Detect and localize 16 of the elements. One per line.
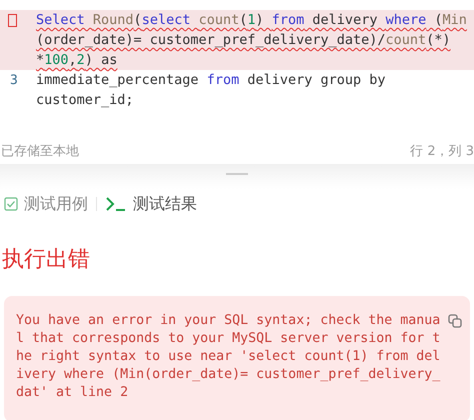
- code-line: *100,2) as: [36, 51, 118, 69]
- line-number: 3: [9, 72, 18, 88]
- tab[interactable]: 测试用例: [2, 192, 90, 216]
- checkbox-icon: [4, 197, 18, 211]
- copy-icon[interactable]: [448, 314, 462, 328]
- code-line: customer_id;: [36, 91, 134, 109]
- resize-handle[interactable]: [226, 173, 248, 175]
- tab[interactable]: 测试结果: [103, 192, 199, 216]
- code-line: Select Round(select count(1) from delivery where (Min: [36, 11, 467, 29]
- terminal-icon: [105, 196, 127, 212]
- cursor-position: 行 2，列 3: [410, 143, 474, 160]
- save-status: 已存储至本地: [1, 143, 79, 160]
- error-message: You have an error in your SQL syntax; check the manual that corresponds to your MySQL server version for the right syntax to use near 'select count(1) from delivery where (Min(order_date)= customer_pref_delivery_dat' at line 2: [16, 312, 440, 402]
- code-line: immediate_percentage from delivery group by: [36, 71, 386, 89]
- code-line: (order_date)= customer_pref_delivery_date)/count(*): [36, 31, 451, 49]
- result-title: 执行出错: [2, 246, 91, 274]
